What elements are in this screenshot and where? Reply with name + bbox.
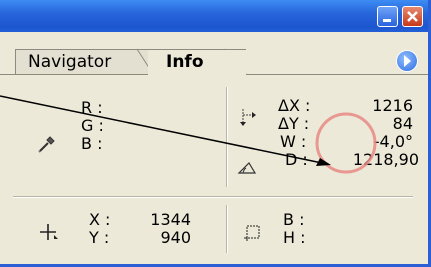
y-value: 940 (160, 228, 191, 247)
divider-vertical-bottom (226, 205, 228, 253)
b-label: B : (81, 134, 103, 153)
info-content: R : G : B : ΔX : 1216 ΔY : 84 W : -4,0° … (0, 75, 428, 264)
dy-value: 84 (392, 114, 413, 133)
panel-options-icon (404, 55, 411, 67)
tab-info[interactable]: Info (148, 49, 246, 75)
dy-label: ΔY : (278, 114, 310, 133)
minimize-button[interactable] (377, 6, 398, 27)
tab-strip: Navigator Info (0, 32, 428, 75)
y-label: Y : (89, 228, 110, 247)
close-button[interactable] (402, 6, 423, 27)
h-size-label: H : (283, 228, 306, 247)
w-label: W : (280, 132, 307, 151)
angle-icon (237, 162, 257, 174)
dx-value: 1216 (372, 96, 413, 115)
palette-options-button[interactable] (396, 50, 418, 72)
dx-label: ΔX : (278, 96, 311, 115)
g-label: G : (81, 116, 104, 135)
eyedropper-icon (38, 136, 55, 153)
close-icon (407, 11, 418, 22)
d-label: D : (285, 150, 308, 169)
info-palette-window: Navigator Info R : G : B : ΔX: 1216 ΔY … (0, 0, 431, 267)
r-label: R : (81, 98, 103, 117)
selection-size-icon (244, 225, 260, 241)
minimize-icon (383, 19, 391, 22)
b-size-label: B : (283, 210, 305, 229)
angle-arrow-icon (240, 109, 256, 126)
w-value: -4,0° (373, 132, 413, 151)
divider-horizontal (13, 196, 413, 198)
x-label: X : (89, 210, 111, 229)
d-value: 1218,90 (352, 150, 419, 169)
crosshair-icon (40, 224, 58, 240)
divider-vertical-top (226, 87, 228, 187)
title-bar[interactable] (0, 0, 428, 32)
x-value: 1344 (150, 210, 191, 229)
